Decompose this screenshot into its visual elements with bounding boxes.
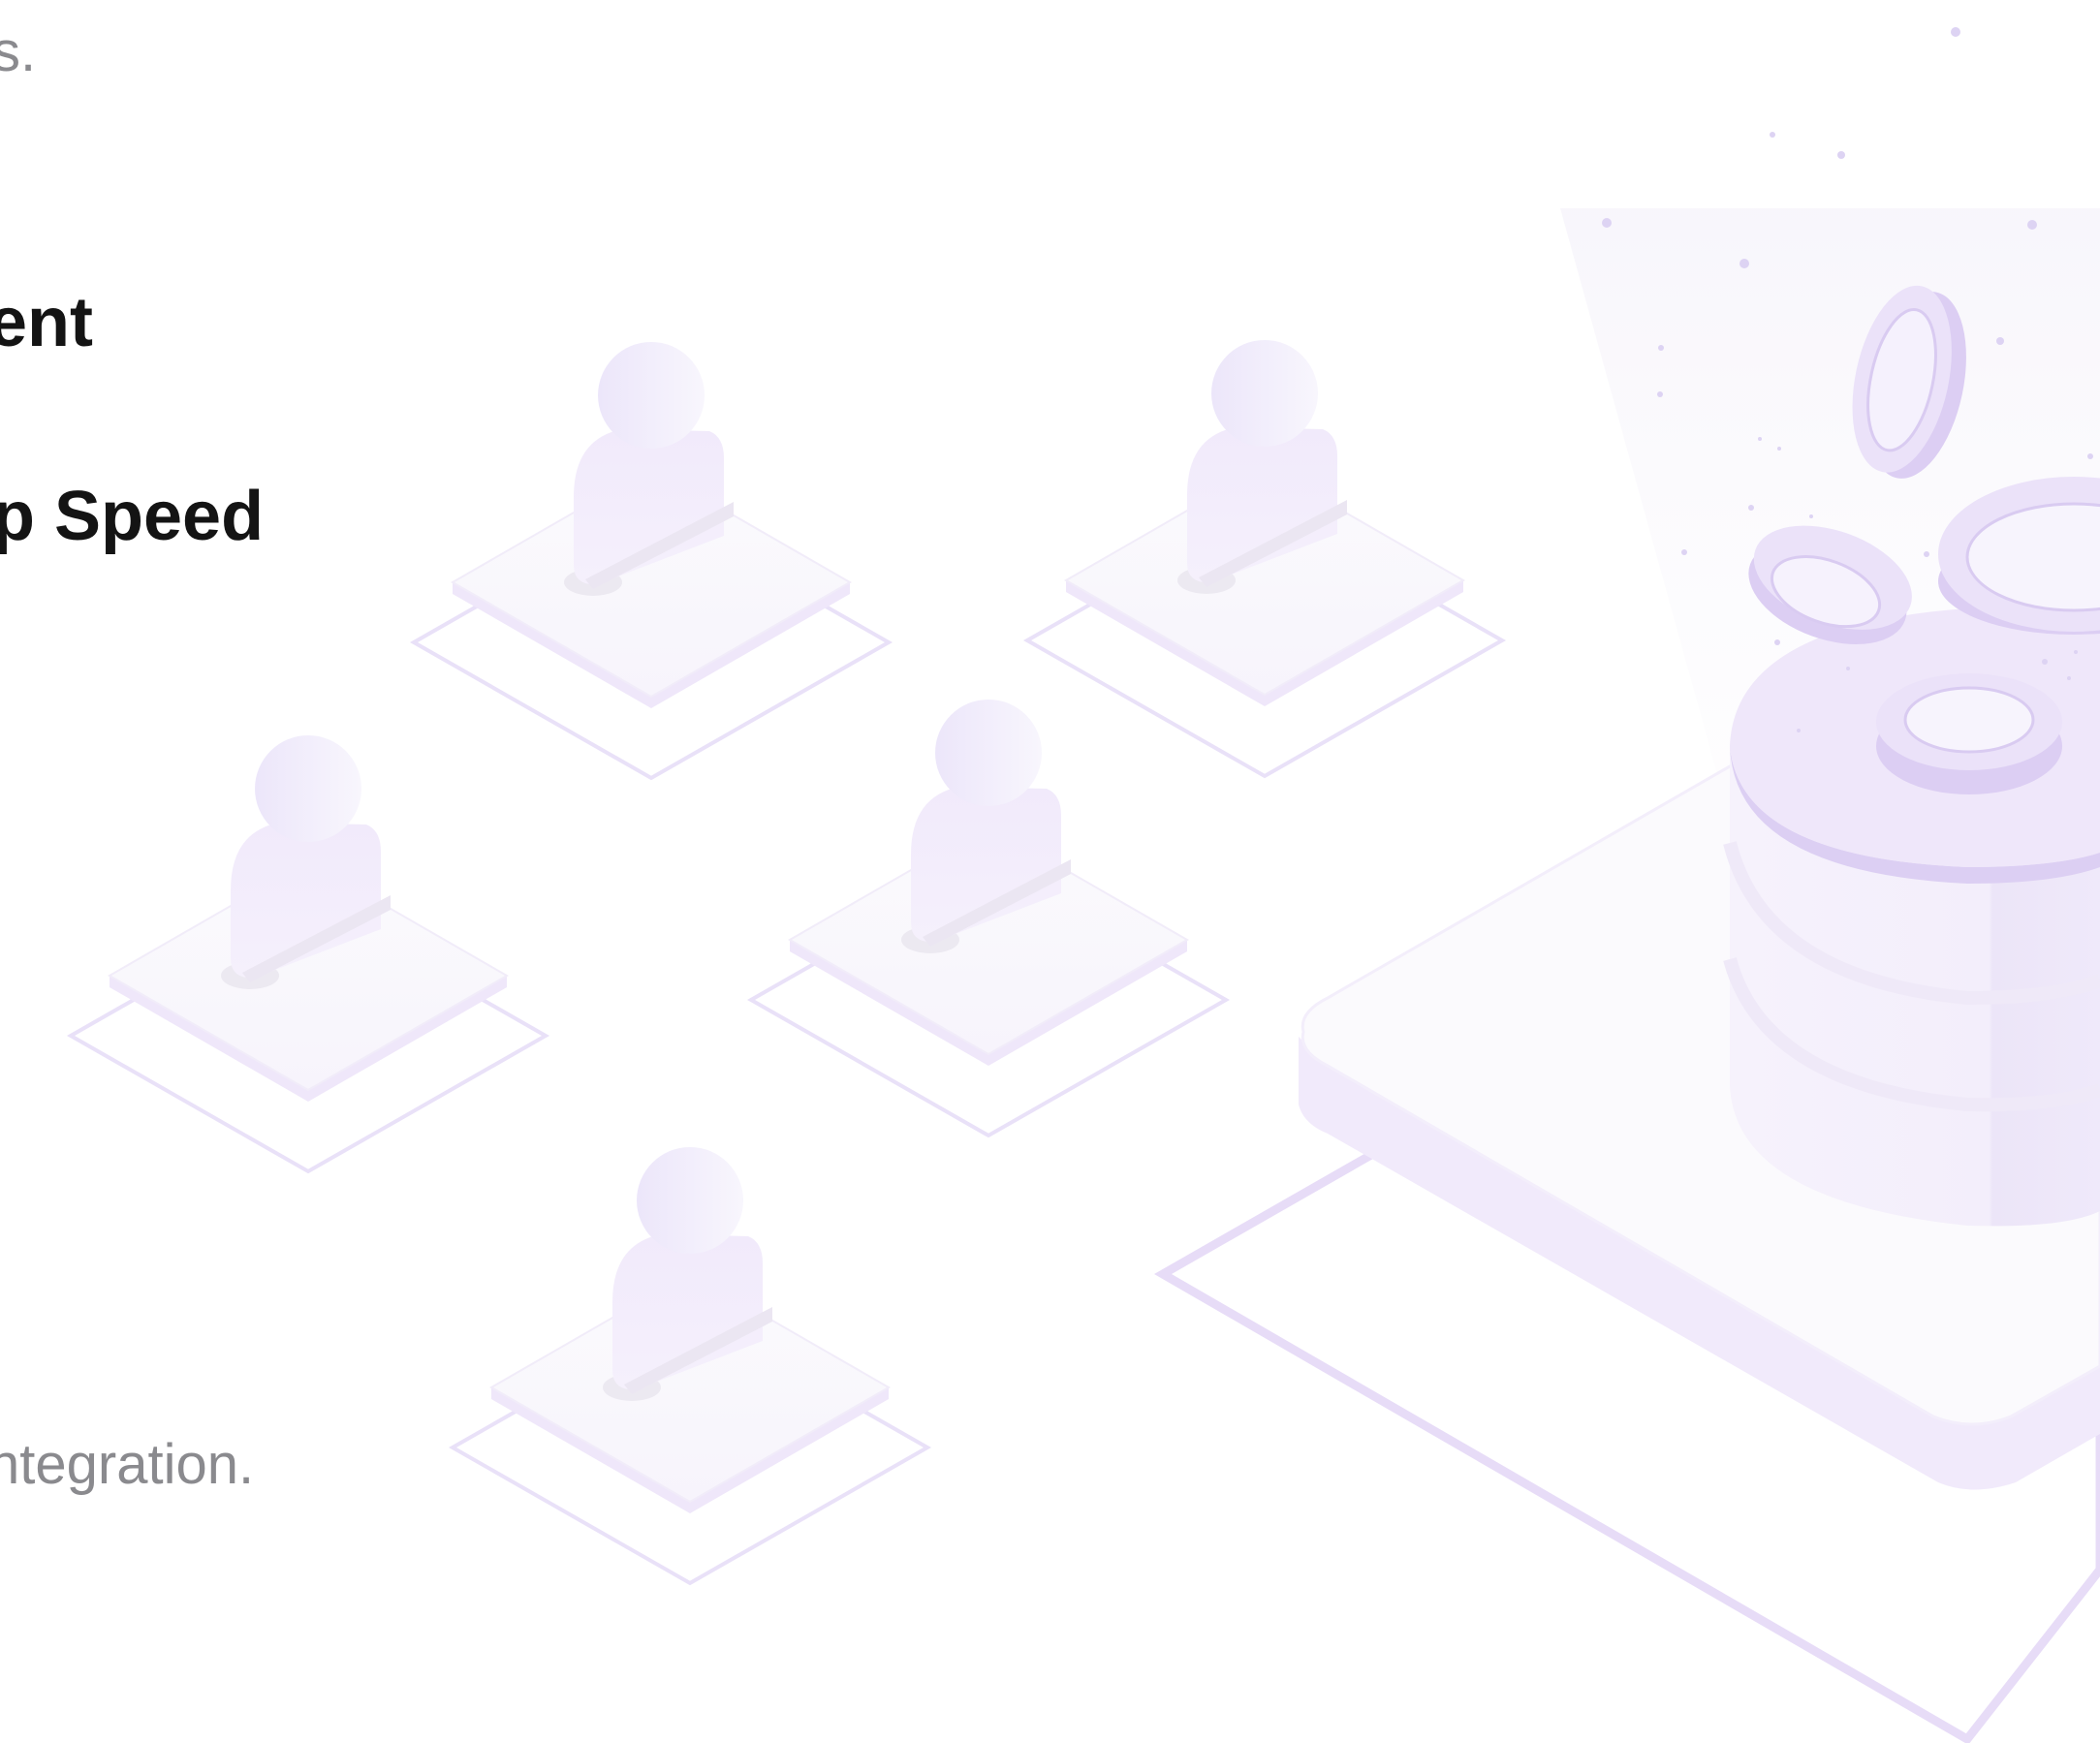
user-on-platform-icon [69, 733, 548, 1173]
feature-heading-1: ent [0, 284, 93, 361]
user-on-platform-icon [412, 340, 891, 780]
feature-heading-2: p Speed [0, 478, 265, 555]
user-on-platform-icon [749, 698, 1228, 1137]
hero-section: s. ent p Speed ntegration. [0, 0, 2100, 1743]
description-fragment-bottom: ntegration. [0, 1433, 255, 1496]
user-on-platform-icon [451, 1145, 929, 1585]
isometric-illustration [69, 27, 2100, 1743]
description-fragment-top: s. [0, 20, 37, 83]
user-on-platform-icon [1025, 338, 1504, 778]
